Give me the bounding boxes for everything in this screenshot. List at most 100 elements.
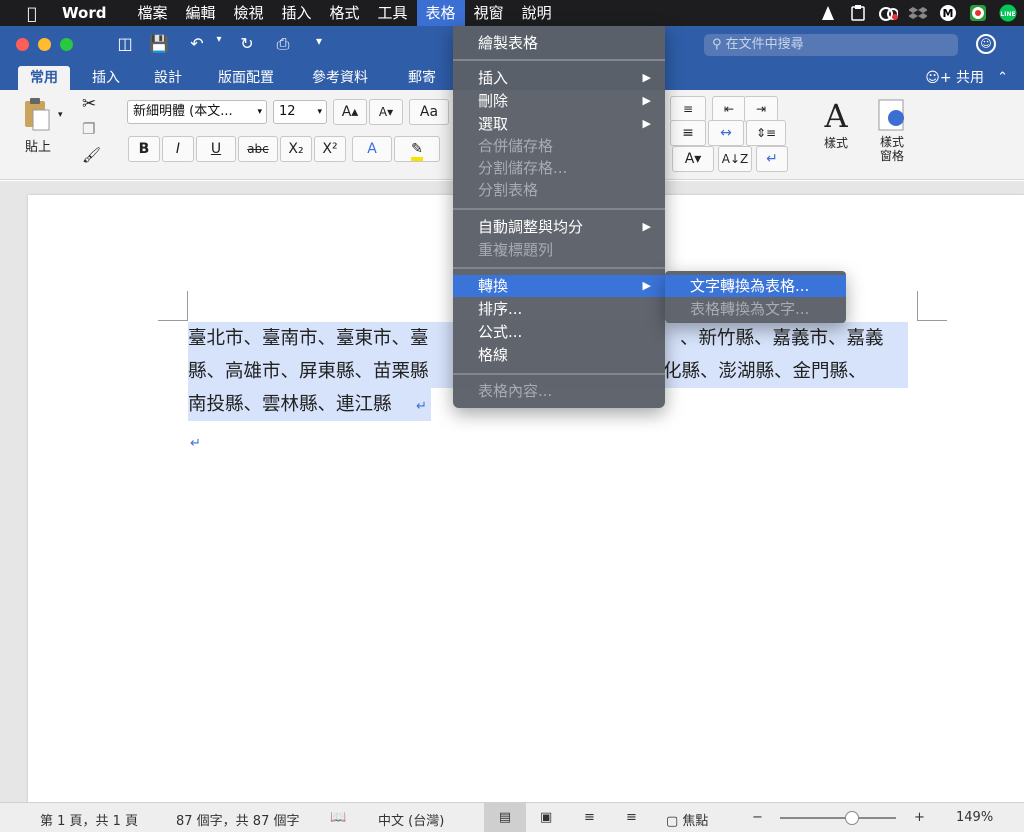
feedback-smile-icon[interactable]: ☺ [976, 34, 996, 54]
subscript-button[interactable]: X₂ [280, 136, 312, 162]
zoom-percent[interactable]: 149% [956, 810, 993, 825]
outline-view-icon[interactable]: ≡ [584, 810, 595, 825]
menu-insert[interactable]: 插入 [273, 0, 321, 26]
menu-format[interactable]: 格式 [321, 0, 369, 26]
change-case-button[interactable]: Aa [409, 99, 449, 125]
font-name-select[interactable]: 新細明體 (本文... ▾ [127, 100, 267, 124]
input-method-icon[interactable] [968, 4, 988, 22]
menu-window[interactable]: 視窗 [465, 0, 513, 26]
bold-button[interactable]: B [128, 136, 160, 162]
strikethrough-button[interactable]: abc [238, 136, 278, 162]
menu-separator [453, 208, 665, 210]
menu-item-select[interactable]: 選取 ▶ [453, 113, 665, 135]
svg-text:M: M [943, 7, 954, 20]
align-justify-button[interactable]: ≡ [670, 120, 706, 146]
menu-view[interactable]: 檢視 [224, 0, 272, 26]
tab-layout[interactable]: 版面配置 [206, 66, 286, 90]
proofing-icon[interactable]: 📖 [330, 810, 346, 825]
decrease-indent-button[interactable]: ⇤ [712, 96, 746, 122]
menu-tools[interactable]: 工具 [369, 0, 417, 26]
menu-item-insert[interactable]: 插入 ▶ [453, 67, 665, 89]
undo-dropdown-icon[interactable]: ▾ [208, 34, 230, 45]
minimize-window-button[interactable] [38, 38, 51, 51]
save-icon[interactable]: 💾 [148, 34, 170, 53]
styles-icon: A [824, 97, 848, 135]
underline-button[interactable]: U [196, 136, 236, 162]
app-name-menu[interactable]: Word [62, 4, 106, 22]
menu-item-sort[interactable]: 排序... [453, 298, 665, 320]
menu-file[interactable]: 檔案 [128, 0, 176, 26]
increase-indent-button[interactable]: ⇥ [744, 96, 778, 122]
italic-button[interactable]: I [162, 136, 194, 162]
line-spacing-button[interactable]: ⇕≡ [746, 120, 786, 146]
menu-edit[interactable]: 編輯 [176, 0, 224, 26]
close-window-button[interactable] [16, 38, 29, 51]
menu-item-gridlines[interactable]: 格線 [453, 344, 665, 366]
font-size-select[interactable]: 12 ▾ [273, 100, 327, 124]
shrink-font-button[interactable]: A▾ [369, 99, 403, 125]
margin-corner-top-right [917, 291, 947, 321]
draft-view-icon[interactable]: ≡ [626, 810, 637, 825]
sidebar-toggle-icon[interactable]: ◫ [114, 34, 136, 53]
text-effects-button[interactable]: A [352, 136, 392, 162]
zoom-out-button[interactable]: − [752, 810, 763, 825]
menu-separator [453, 267, 665, 269]
menu-table[interactable]: 表格 [416, 0, 465, 26]
vlc-icon[interactable] [818, 4, 838, 22]
paste-button[interactable]: 貼上 [18, 96, 58, 156]
tab-design[interactable]: 設計 [142, 66, 194, 90]
focus-button[interactable]: ▢ 焦點 [666, 810, 708, 829]
zoom-slider[interactable] [780, 817, 896, 819]
superscript-button[interactable]: X² [314, 136, 346, 162]
web-layout-view-icon[interactable]: ▣ [540, 810, 552, 825]
page-count[interactable]: 第 1 頁，共 1 頁 [40, 810, 138, 829]
menu-item-merge-cells: 合併儲存格 [478, 137, 554, 155]
margin-corner-top-left [158, 291, 188, 321]
tab-insert[interactable]: 插入 [80, 66, 132, 90]
highlight-button[interactable]: ✎ [394, 136, 440, 162]
zoom-window-button[interactable] [60, 38, 73, 51]
copy-icon[interactable]: ❐ [82, 120, 95, 138]
print-layout-view-icon[interactable]: ▤ [484, 803, 526, 832]
text-line-1-right: 、新竹縣、嘉義市、嘉義 [680, 328, 884, 349]
print-icon[interactable]: ⎙ [272, 34, 294, 54]
customize-toolbar-icon[interactable]: ▾ [308, 34, 330, 48]
menu-help[interactable]: 說明 [513, 0, 561, 26]
show-marks-button[interactable]: ↵ [756, 146, 788, 172]
tab-mailings[interactable]: 郵寄 [396, 66, 448, 90]
shading-button[interactable]: A▾ [672, 146, 714, 172]
apple-icon[interactable]:  [22, 4, 42, 23]
multilevel-list-button[interactable]: ≡ [670, 96, 706, 122]
distributed-button[interactable]: ↔ [708, 120, 744, 146]
cut-icon[interactable]: ✂ [82, 94, 96, 114]
share-button[interactable]: ☺+ 共用 [925, 66, 984, 90]
styles-button[interactable]: A 樣式 [810, 98, 862, 151]
menu-item-convert[interactable]: 轉換 ▶ [453, 275, 665, 297]
tab-references[interactable]: 參考資料 [300, 66, 380, 90]
m-app-icon[interactable]: M [938, 4, 958, 22]
redo-icon[interactable]: ↻ [236, 34, 258, 53]
menu-item-draw-table[interactable]: 繪製表格 [453, 32, 665, 54]
search-box[interactable]: ⚲ 在文件中搜尋 [704, 34, 958, 56]
grow-font-button[interactable]: A▴ [333, 99, 367, 125]
menu-item-delete[interactable]: 刪除 ▶ [453, 90, 665, 112]
format-painter-icon[interactable]: 🖌 [82, 146, 101, 164]
menu-item-text-to-table[interactable]: 文字轉換為表格... [665, 275, 846, 297]
styles-pane-button[interactable]: 樣式窗格 [868, 98, 916, 163]
collapse-ribbon-icon[interactable]: ⌃ [997, 66, 1008, 90]
word-count[interactable]: 87 個字，共 87 個字 [176, 810, 299, 829]
line-icon[interactable]: LINE [998, 4, 1018, 22]
zoom-in-button[interactable]: + [914, 810, 925, 825]
dropbox-icon[interactable] [908, 4, 928, 22]
undo-icon[interactable]: ↶ [186, 34, 208, 53]
submenu-arrow-icon: ▶ [642, 71, 651, 84]
language-label[interactable]: 中文 (台灣) [378, 810, 444, 829]
tab-home[interactable]: 常用 [18, 66, 70, 90]
paste-options-icon[interactable]: ▾ [58, 110, 63, 120]
sort-button[interactable]: A↓Z [718, 146, 752, 172]
clipboard-icon[interactable] [848, 4, 868, 22]
menu-item-formula[interactable]: 公式... [453, 321, 665, 343]
zoom-slider-thumb[interactable] [844, 811, 859, 825]
menu-item-autofit[interactable]: 自動調整與均分 ▶ [453, 216, 665, 238]
cloud-icon[interactable] [878, 4, 898, 22]
